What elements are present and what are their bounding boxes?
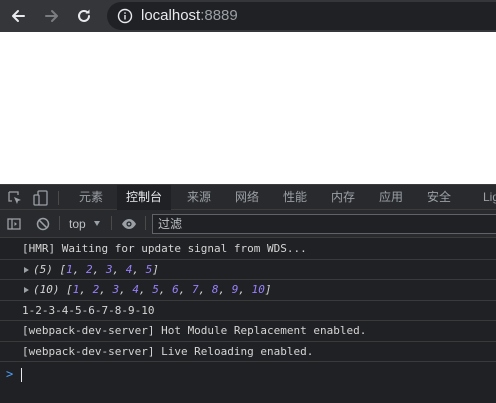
array-value: 1: [66, 262, 73, 276]
url-port: :8889: [200, 7, 238, 24]
toolbar-divider: [59, 216, 60, 230]
tab-application[interactable]: 应用: [379, 185, 403, 210]
tab-elements[interactable]: 元素: [79, 185, 103, 210]
console-message[interactable]: (5) [1, 2, 3, 4, 5]: [0, 260, 496, 280]
message-text: [webpack-dev-server] Live Reloading enab…: [22, 344, 314, 358]
array-value: 9: [231, 283, 239, 296]
browser-toolbar: localhost:8889: [0, 0, 496, 32]
console-message: 1-2-3-4-5-6-7-8-9-10: [0, 301, 496, 321]
tab-lighthouse[interactable]: Lig: [483, 185, 496, 210]
array-value: 2: [86, 262, 93, 276]
console-message[interactable]: (10) [1, 2, 3, 4, 5, 6, 7, 8, 9, 10]: [0, 280, 496, 301]
console-message: [HMR] Waiting for update signal from WDS…: [0, 239, 496, 260]
console-prompt[interactable]: >: [0, 362, 496, 386]
array-close-bracket: ]: [264, 283, 272, 296]
device-toggle-icon[interactable]: [32, 189, 50, 207]
toolbar-divider: [58, 191, 59, 205]
toolbar-divider: [145, 216, 146, 230]
array-value: 7: [192, 283, 199, 296]
devtools-tab-bar: 元素 控制台 来源 网络 性能 内存 应用 安全 Lig: [0, 184, 496, 210]
info-icon[interactable]: [117, 8, 133, 24]
tab-memory[interactable]: 内存: [331, 185, 355, 210]
array-value: 1: [72, 283, 80, 296]
array-length: (5): [33, 262, 53, 276]
array-open-bracket: [: [66, 283, 73, 296]
reload-icon: [78, 9, 90, 22]
message-text: [webpack-dev-server] Hot Module Replacem…: [22, 324, 367, 337]
text-cursor: [21, 368, 22, 382]
array-value: 2: [92, 283, 100, 296]
array-length: (10): [33, 283, 60, 296]
message-text: 1-2-3-4-5-6-7-8-9-10: [22, 303, 155, 317]
expand-triangle-icon[interactable]: [24, 287, 29, 293]
forward-button[interactable]: [40, 4, 64, 28]
filter-box[interactable]: [152, 214, 496, 234]
tab-console[interactable]: 控制台: [117, 185, 172, 210]
console-log: [HMR] Waiting for update signal from WDS…: [0, 239, 496, 386]
array-value: 8: [211, 283, 219, 296]
tab-security[interactable]: 安全: [427, 185, 451, 210]
clear-console-icon[interactable]: [35, 216, 51, 232]
console-message: [webpack-dev-server] Live Reloading enab…: [0, 342, 496, 362]
forward-icon: [45, 10, 58, 22]
back-icon: [12, 10, 25, 22]
expand-triangle-icon[interactable]: [24, 266, 29, 273]
array-value: 4: [125, 262, 133, 276]
filter-input[interactable]: [153, 215, 496, 233]
page-viewport: [0, 32, 496, 184]
devtools-panel: 元素 控制台 来源 网络 性能 内存 应用 安全 Lig top [HMR] W…: [0, 184, 496, 403]
url-text: localhost:8889: [141, 8, 238, 24]
console-toolbar: top: [0, 210, 496, 238]
url-host: localhost: [141, 7, 201, 24]
tab-performance[interactable]: 性能: [283, 185, 307, 210]
sidebar-toggle-icon[interactable]: [6, 216, 22, 232]
chevron-down-icon: [94, 221, 100, 226]
array-value: 3: [112, 283, 120, 296]
reload-button[interactable]: [72, 4, 96, 28]
inspect-icon[interactable]: [6, 189, 24, 207]
array-value: 3: [105, 262, 113, 276]
address-bar[interactable]: localhost:8889: [107, 2, 496, 30]
prompt-chevron-icon: >: [6, 367, 14, 381]
back-button[interactable]: [6, 4, 30, 28]
context-selector[interactable]: top: [69, 216, 86, 232]
message-text: [HMR] Waiting for update signal from WDS…: [22, 242, 307, 255]
toolbar-divider: [111, 216, 112, 230]
console-message: [webpack-dev-server] Hot Module Replacem…: [0, 321, 496, 342]
array-preview: (10) [1, 2, 3, 4, 5, 6, 7, 8, 9, 10]: [33, 283, 272, 296]
array-value: 4: [132, 283, 139, 296]
array-value: 10: [251, 283, 265, 296]
array-value: 5: [152, 283, 159, 296]
array-preview: (5) [1, 2, 3, 4, 5]: [33, 262, 159, 276]
tab-network[interactable]: 网络: [235, 185, 259, 210]
array-value: 6: [172, 283, 179, 296]
live-expression-icon[interactable]: [121, 216, 137, 232]
array-close-bracket: ]: [152, 262, 159, 276]
tab-sources[interactable]: 来源: [187, 185, 211, 210]
